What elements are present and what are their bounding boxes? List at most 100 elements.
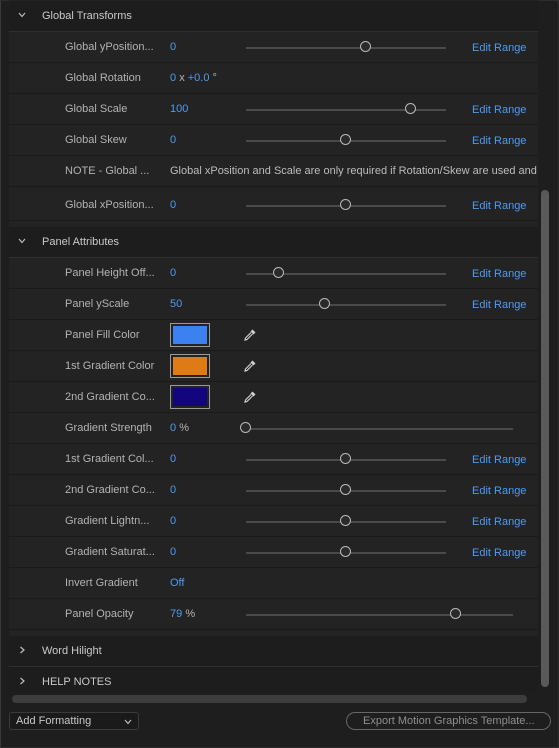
edit-range-link[interactable]: Edit Range bbox=[472, 268, 526, 280]
row-global-rotation: Global Rotation 0 x +0.0 ° bbox=[9, 63, 538, 94]
color-swatch[interactable] bbox=[170, 323, 210, 347]
row-panel-yscale: Panel yScale 50 Edit Range bbox=[9, 289, 538, 320]
row-gradient-strength: Gradient Strength 0 % bbox=[9, 413, 538, 444]
row-note-global: NOTE - Global ... Global xPosition and S… bbox=[9, 156, 538, 187]
row-global-yposition: Global yPosition... 0 Edit Range bbox=[9, 32, 538, 63]
vertical-scrollbar[interactable] bbox=[541, 190, 549, 687]
property-value[interactable]: 100 bbox=[170, 103, 188, 115]
section-word-hilight[interactable]: Word Hilight bbox=[9, 636, 538, 667]
slider-thumb[interactable] bbox=[319, 298, 330, 309]
property-value: 0 % bbox=[170, 422, 189, 434]
chevron-right-icon[interactable] bbox=[17, 676, 27, 686]
toggle-value[interactable]: Off bbox=[170, 577, 184, 589]
edit-range-link[interactable]: Edit Range bbox=[472, 299, 526, 311]
swatch-fill bbox=[173, 357, 207, 375]
slider-thumb[interactable] bbox=[450, 608, 461, 619]
eyedropper-icon[interactable] bbox=[242, 389, 258, 405]
row-gradient-saturation: Gradient Saturat... 0 Edit Range bbox=[9, 537, 538, 568]
property-value[interactable]: 50 bbox=[170, 298, 182, 310]
slider-track[interactable] bbox=[246, 47, 446, 49]
property-value[interactable]: 0 bbox=[170, 41, 176, 53]
property-label: Gradient Saturat... bbox=[65, 546, 155, 558]
edit-range-link[interactable]: Edit Range bbox=[472, 516, 526, 528]
slider-track[interactable] bbox=[246, 109, 446, 111]
slider-thumb[interactable] bbox=[360, 41, 371, 52]
property-value[interactable]: 0 bbox=[170, 546, 176, 558]
property-label: Panel Opacity bbox=[65, 608, 134, 620]
edit-range-link[interactable]: Edit Range bbox=[472, 200, 526, 212]
section-title: Global Transforms bbox=[42, 10, 132, 22]
rotation-revolutions[interactable]: 0 bbox=[170, 72, 176, 84]
edit-range-link[interactable]: Edit Range bbox=[472, 485, 526, 497]
color-swatch[interactable] bbox=[170, 354, 210, 378]
properties-panel: Global Transforms Global yPosition... 0 … bbox=[9, 0, 538, 692]
percent-unit: % bbox=[179, 422, 189, 434]
slider-track[interactable] bbox=[246, 614, 513, 616]
row-panel-opacity: Panel Opacity 79 % bbox=[9, 599, 538, 630]
row-2nd-gradient-color: 2nd Gradient Co... bbox=[9, 382, 538, 413]
percent-value[interactable]: 79 bbox=[170, 608, 182, 620]
slider-thumb[interactable] bbox=[405, 103, 416, 114]
slider-thumb[interactable] bbox=[340, 134, 351, 145]
chevron-down-icon[interactable] bbox=[17, 236, 27, 246]
property-label: 2nd Gradient Co... bbox=[65, 484, 155, 496]
section-panel-attributes[interactable]: Panel Attributes bbox=[9, 227, 538, 258]
property-value[interactable]: 0 bbox=[170, 134, 176, 146]
swatch-fill bbox=[173, 388, 207, 406]
slider-thumb[interactable] bbox=[273, 267, 284, 278]
export-motion-graphics-template-button[interactable]: Export Motion Graphics Template... bbox=[346, 712, 551, 730]
slider-thumb[interactable] bbox=[240, 422, 251, 433]
property-label: Panel Fill Color bbox=[65, 329, 140, 341]
section-title: Panel Attributes bbox=[42, 236, 120, 248]
property-value[interactable]: 0 bbox=[170, 453, 176, 465]
property-label: Global Scale bbox=[65, 103, 128, 115]
slider-thumb[interactable] bbox=[340, 515, 351, 526]
slider-thumb[interactable] bbox=[340, 199, 351, 210]
row-global-scale: Global Scale 100 Edit Range bbox=[9, 94, 538, 125]
horizontal-scrollbar[interactable] bbox=[12, 695, 527, 703]
rotation-x: x bbox=[179, 72, 185, 84]
swatch-fill bbox=[173, 326, 207, 344]
edit-range-link[interactable]: Edit Range bbox=[472, 454, 526, 466]
property-label: 2nd Gradient Co... bbox=[65, 391, 155, 403]
property-value[interactable]: 0 bbox=[170, 267, 176, 279]
edit-range-link[interactable]: Edit Range bbox=[472, 104, 526, 116]
chevron-down-icon[interactable] bbox=[17, 10, 27, 20]
chevron-right-icon[interactable] bbox=[17, 645, 27, 655]
section-global-transforms[interactable]: Global Transforms bbox=[9, 1, 538, 32]
edit-range-link[interactable]: Edit Range bbox=[472, 547, 526, 559]
percent-unit: % bbox=[185, 608, 196, 620]
row-1st-gradient-col: 1st Gradient Col... 0 Edit Range bbox=[9, 444, 538, 475]
property-label: Gradient Strength bbox=[65, 422, 152, 434]
edit-range-link[interactable]: Edit Range bbox=[472, 135, 526, 147]
slider-thumb[interactable] bbox=[340, 453, 351, 464]
degree-unit: ° bbox=[212, 72, 217, 84]
property-label: Panel yScale bbox=[65, 298, 130, 310]
slider-track[interactable] bbox=[246, 304, 446, 306]
rotation-degrees[interactable]: +0.0 bbox=[188, 72, 210, 84]
section-help-notes[interactable]: HELP NOTES bbox=[9, 667, 538, 692]
eyedropper-icon[interactable] bbox=[242, 358, 258, 374]
eyedropper-icon[interactable] bbox=[242, 327, 258, 343]
edit-range-link[interactable]: Edit Range bbox=[472, 42, 526, 54]
row-invert-gradient: Invert Gradient Off bbox=[9, 568, 538, 599]
property-label: Global xPosition... bbox=[65, 199, 154, 211]
property-value[interactable]: 0 bbox=[170, 515, 176, 527]
slider-track[interactable] bbox=[246, 428, 513, 430]
add-formatting-dropdown[interactable]: Add Formatting bbox=[9, 712, 139, 730]
row-panel-height-offset: Panel Height Off... 0 Edit Range bbox=[9, 258, 538, 289]
property-label: NOTE - Global ... bbox=[65, 165, 150, 177]
property-value[interactable]: 0 bbox=[170, 484, 176, 496]
property-label: Global Rotation bbox=[65, 72, 141, 84]
property-value[interactable]: 0 bbox=[170, 199, 176, 211]
slider-thumb[interactable] bbox=[340, 484, 351, 495]
rotation-value: 0 x +0.0 ° bbox=[170, 72, 217, 84]
section-title: HELP NOTES bbox=[42, 676, 112, 688]
button-label: Export Motion Graphics Template... bbox=[363, 715, 535, 727]
property-label: 1st Gradient Color bbox=[65, 360, 155, 372]
property-value: 79 % bbox=[170, 608, 195, 620]
color-swatch[interactable] bbox=[170, 385, 210, 409]
section-title: Word Hilight bbox=[42, 645, 102, 657]
slider-thumb[interactable] bbox=[340, 546, 351, 557]
percent-value[interactable]: 0 bbox=[170, 422, 176, 434]
